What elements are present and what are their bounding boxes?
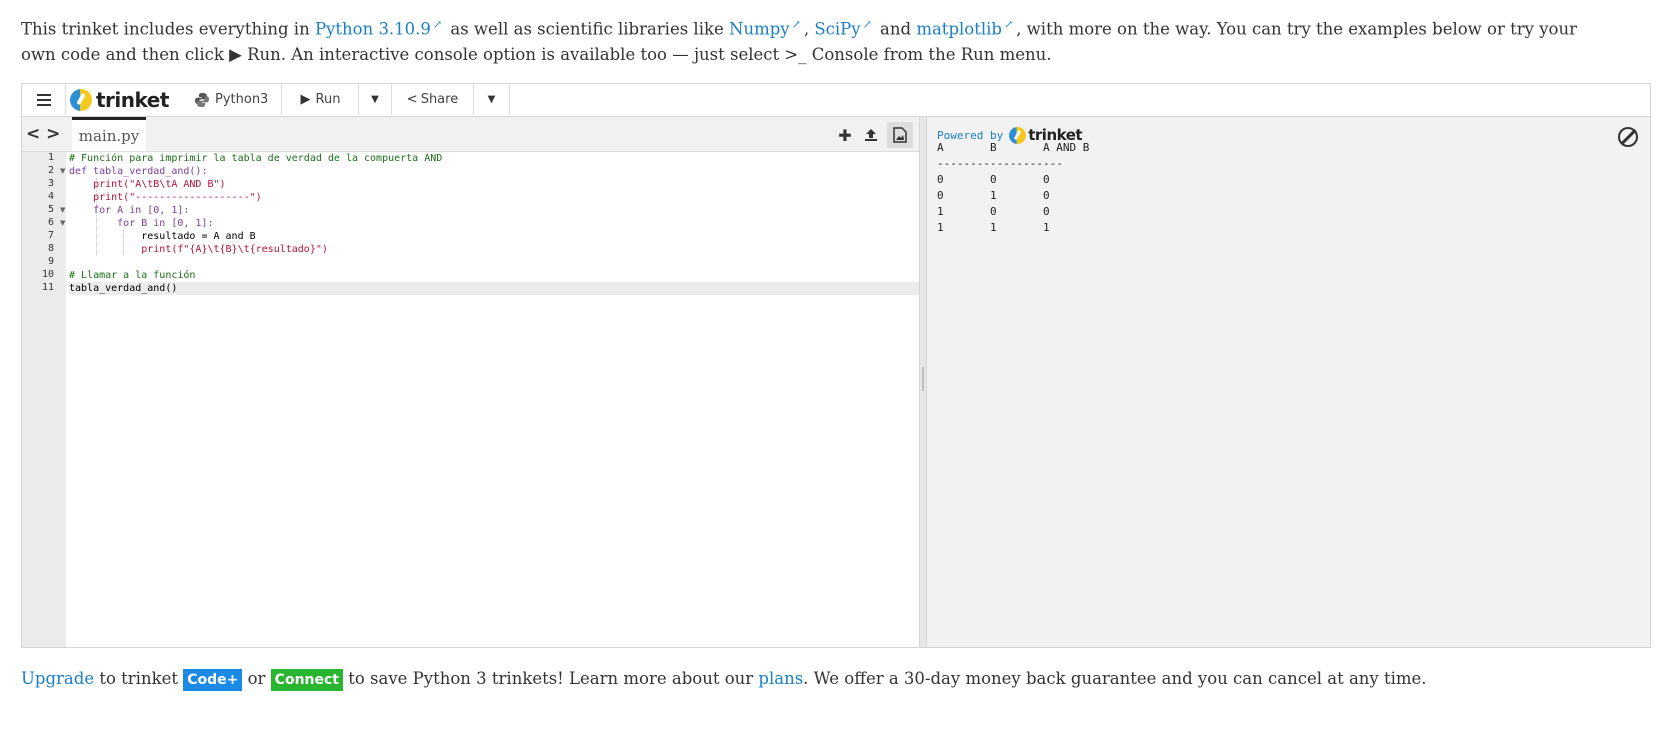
footer-text: to save Python 3 trinkets! Learn more ab… (342, 669, 759, 688)
line-number: 9 (47, 256, 54, 267)
fold-icon[interactable]: ▼ (60, 219, 65, 227)
share-menu-dropdown[interactable]: ▼ (474, 84, 510, 115)
line-number: 4 (47, 191, 54, 202)
scipy-link[interactable]: SciPy (814, 20, 860, 39)
trinket-logo-text: trinket (96, 87, 169, 112)
console-output-line: A B A AND B (937, 141, 1090, 154)
matplotlib-link[interactable]: matplotlib (916, 20, 1002, 39)
code-line: def tabla_verdad_and(): (69, 166, 208, 177)
numpy-link[interactable]: Numpy (729, 20, 790, 39)
code-line: # Función para imprimir la tabla de verd… (69, 153, 443, 164)
image-upload-icon[interactable] (887, 122, 913, 148)
code-editor[interactable]: # Función para imprimir la tabla de verd… (69, 152, 919, 647)
line-number: 7 (47, 230, 54, 241)
fold-icon[interactable]: ▼ (60, 206, 65, 214)
trinket-logo[interactable]: trinket (70, 84, 169, 115)
line-number: 11 (41, 282, 54, 293)
run-button[interactable]: ▶ Run (283, 84, 359, 115)
upload-icon[interactable] (861, 124, 881, 146)
codeplus-badge[interactable]: Code+ (183, 669, 243, 691)
line-number-gutter: 1 2 ▼ 3 4 5 ▼ 6 ▼ 7 8 9 10 11 (22, 152, 66, 647)
code-line: print("-------------------") (69, 192, 262, 203)
trinket-logo-icon (70, 88, 92, 111)
line-number: 6 (47, 217, 54, 228)
python-link[interactable]: Python 3.10.9 (315, 20, 431, 39)
connect-badge[interactable]: Connect (270, 669, 343, 691)
upgrade-footer: Upgrade to trinket Code+ or Connect to s… (21, 666, 1427, 691)
stop-icon[interactable] (1618, 127, 1638, 147)
intro-text: Console from the Run menu. (806, 44, 1052, 64)
pane-resizer[interactable] (919, 117, 927, 647)
code-line: for B in [0, 1]: (69, 218, 214, 229)
console-output-line: 1 1 1 (937, 221, 1050, 234)
code-line: print(f"{A}\t{B}\t{resultado}") (69, 244, 328, 255)
console-output-line: 0 0 0 (937, 173, 1050, 186)
code-line: print("A\tB\tA AND B") (69, 179, 226, 190)
chevron-down-icon: ▼ (371, 94, 379, 105)
active-line-highlight (69, 282, 919, 295)
console-glyph: >_ (784, 44, 807, 64)
footer-text: to trinket (94, 669, 184, 688)
file-nav-arrows[interactable]: < > (26, 124, 60, 144)
external-link-icon: ↗ (791, 18, 801, 31)
intro-text: , (803, 19, 815, 39)
line-number: 8 (47, 243, 54, 254)
intro-text: as well as scientific libraries like (445, 19, 729, 39)
external-link-icon: ↗ (862, 18, 872, 31)
menu-button[interactable] (22, 84, 66, 115)
external-link-icon: ↗ (1003, 18, 1014, 31)
footer-text: . We offer a 30-day money back guarantee… (803, 669, 1427, 688)
editor-tab-bar: < > main.py ✚ (22, 117, 919, 152)
intro-paragraph: This trinket includes everything in Pyth… (21, 12, 1581, 67)
play-icon: ▶ (300, 92, 311, 107)
upgrade-link[interactable]: Upgrade (21, 669, 94, 688)
share-button[interactable]: < Share (392, 84, 474, 115)
run-menu-dropdown[interactable]: ▼ (359, 84, 392, 115)
code-line: for A in [0, 1]: (69, 205, 190, 216)
code-line: resultado = A and B (69, 231, 256, 242)
trinket-toolbar: trinket Python3 ▶ Run ▼ < Share ▼ (22, 84, 1650, 117)
chevron-right-icon[interactable]: > (46, 124, 60, 144)
resize-handle[interactable] (922, 367, 924, 391)
share-label: Share (420, 92, 459, 107)
output-console: Powered by trinket A B A AND B ---------… (927, 117, 1650, 647)
language-indicator: Python3 (190, 84, 282, 115)
intro-text: Run. An interactive console option is av… (241, 44, 785, 64)
footer-text: or (242, 669, 271, 688)
run-label: Run (315, 92, 341, 107)
line-number: 10 (41, 269, 54, 280)
fold-icon[interactable]: ▼ (60, 167, 65, 175)
line-number: 1 (47, 152, 54, 163)
add-file-icon[interactable]: ✚ (835, 124, 855, 146)
plans-link[interactable]: plans (758, 669, 803, 688)
line-number: 3 (47, 178, 54, 189)
code-line: # Llamar a la función (69, 270, 196, 281)
line-number: 2 (47, 165, 54, 176)
tab-main-py[interactable]: main.py (72, 117, 146, 151)
hamburger-icon (36, 93, 51, 106)
intro-text: and (874, 19, 917, 39)
intro-text: This trinket includes everything in (21, 19, 315, 39)
line-number: 5 (47, 204, 54, 215)
editor-actions: ✚ (835, 122, 913, 148)
code-line: tabla_verdad_and() (69, 283, 178, 294)
share-icon: < (406, 92, 418, 107)
run-glyph: ▶ (229, 44, 242, 64)
chevron-left-icon[interactable]: < (26, 124, 40, 144)
external-link-icon: ↗ (432, 18, 443, 31)
python-icon (195, 92, 209, 107)
chevron-down-icon: ▼ (487, 94, 496, 105)
console-output-line: ------------------- (937, 157, 1063, 170)
language-label: Python3 (215, 92, 269, 107)
console-output-line: 0 1 0 (937, 189, 1050, 202)
console-output-line: 1 0 0 (937, 205, 1050, 218)
trinket-embed: trinket Python3 ▶ Run ▼ < Share ▼ < > ma… (21, 83, 1651, 648)
